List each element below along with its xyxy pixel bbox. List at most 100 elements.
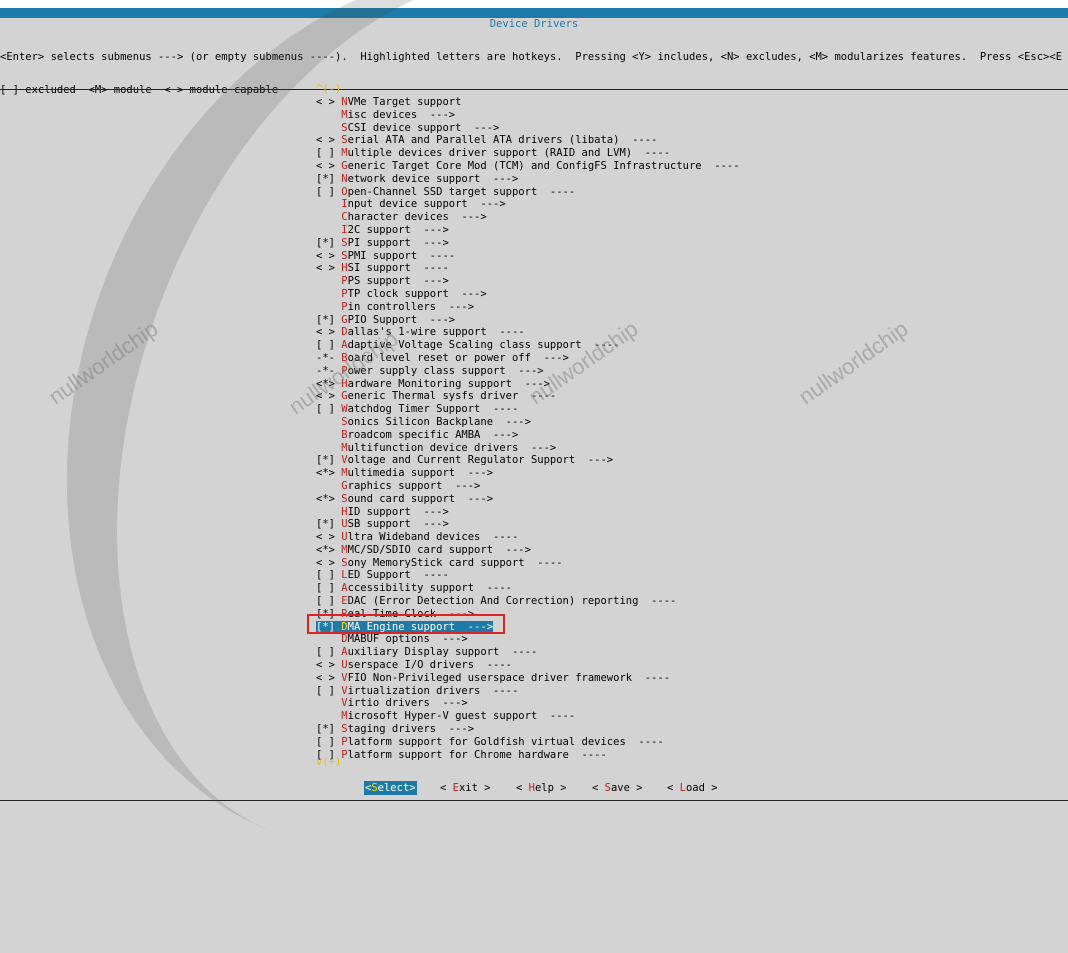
menu-item-state: [ ] [316, 185, 342, 198]
menu-item-state: [ ] [316, 595, 342, 608]
menu-item[interactable]: [*] SPI support ---> [316, 237, 740, 250]
menu-item-label: ltra Wideband devices ---- [347, 531, 519, 544]
menu-item-label: atchdog Timer Support ---- [347, 403, 519, 416]
help-line-2: [ ] excluded <M> module < > module capab… [0, 84, 279, 96]
button-bracket: < [592, 782, 605, 794]
menu-item[interactable]: < > SPMI support ---- [316, 250, 740, 263]
menu-item[interactable]: Broadcom specific AMBA ---> [316, 429, 740, 442]
menu-item[interactable]: I2C support ---> [316, 224, 740, 237]
menu-item[interactable]: [ ] Auxiliary Display support ---- [316, 646, 740, 659]
menu-item-state [316, 109, 341, 121]
menu-item[interactable]: < > Userspace I/O drivers ---- [316, 659, 740, 672]
menu-item[interactable]: Character devices ---> [316, 211, 740, 224]
menu-item-state: [*] [316, 454, 342, 467]
menu-item-state: [ ] [316, 684, 342, 697]
menu-item-state: [ ] [316, 339, 342, 352]
window-title: Device Drivers [489, 18, 579, 30]
save-button[interactable]: < Save > [592, 781, 643, 795]
menu-item[interactable]: [*] Staging drivers ---> [316, 723, 740, 736]
menu-item[interactable]: <*> MMC/SD/SDIO card support ---> [316, 544, 740, 557]
menu-item-state: [*] [316, 313, 342, 326]
button-label: oad > [685, 782, 718, 794]
exit-button[interactable]: < Exit > [440, 781, 491, 795]
menu-item[interactable]: Graphics support ---> [316, 480, 740, 493]
menu-item[interactable]: PPS support ---> [316, 275, 740, 288]
menu-item[interactable]: <*> Multimedia support ---> [316, 467, 740, 480]
menu-item-state [316, 301, 341, 313]
menu-item-label: MC/SD/SDIO card support ---> [347, 543, 531, 556]
menu-item[interactable]: Pin controllers ---> [316, 301, 740, 314]
menu-item[interactable]: -*- Power supply class support ---> [316, 365, 740, 378]
menu-item[interactable]: [ ] EDAC (Error Detection And Correction… [316, 595, 740, 608]
menu-item[interactable]: < > Sony MemoryStick card support ---- [316, 557, 740, 570]
menu-item-state [316, 506, 341, 518]
menu-item-label: PS support ---> [347, 275, 449, 288]
menu-item[interactable]: [ ] Multiple devices driver support (RAI… [316, 147, 740, 160]
scroll-up-indicator[interactable]: ^(-) [316, 84, 341, 95]
menu-item-state [316, 122, 341, 134]
menu-item[interactable]: Misc devices ---> [316, 109, 740, 122]
menu-item-label: ccessibility support ---- [347, 582, 512, 595]
menu-item-state: [ ] [316, 646, 342, 659]
menu-item-state: < > [316, 262, 342, 275]
menu-item[interactable]: [ ] Open-Channel SSD target support ---- [316, 186, 740, 199]
menu-item[interactable]: [*] Voltage and Current Regulator Suppor… [316, 454, 740, 467]
watermark-text: nullworldchip [794, 315, 913, 410]
menu-item[interactable]: Microsoft Hyper-V guest support ---- [316, 710, 740, 723]
top-margin [0, 0, 1068, 8]
menu-item[interactable]: [ ] Watchdog Timer Support ---- [316, 403, 740, 416]
menu-list: < > NVMe Target support Misc devices ---… [316, 96, 740, 761]
menu-item[interactable]: [*] USB support ---> [316, 518, 740, 531]
menu-item[interactable]: DMABUF options ---> [316, 633, 740, 646]
menu-item-label: eneric Thermal sysfs driver ---- [347, 390, 557, 403]
menu-item[interactable]: SCSI device support ---> [316, 122, 740, 135]
menu-item[interactable]: [ ] Platform support for Goldfish virtua… [316, 736, 740, 749]
button-label: ave > [610, 782, 643, 794]
menu-item-label: MABUF options ---> [347, 633, 468, 646]
menu-item-state [316, 480, 341, 492]
menu-item[interactable]: [ ] LED Support ---- [316, 569, 740, 582]
menu-item[interactable]: Virtio drivers ---> [316, 697, 740, 710]
menu-item-label: etwork device support ---> [347, 172, 519, 185]
menu-item[interactable]: [ ] Platform support for Chrome hardware… [316, 749, 740, 762]
menu-item-label: irtualization drivers ---- [347, 684, 519, 697]
menu-item[interactable]: < > NVMe Target support [316, 96, 740, 109]
menu-item[interactable]: < > Serial ATA and Parallel ATA drivers … [316, 134, 740, 147]
menu-item[interactable]: HID support ---> [316, 506, 740, 519]
menu-item-label: onics Silicon Backplane ---> [347, 415, 531, 428]
highlight-annotation-box [307, 614, 505, 634]
menu-item[interactable]: < > Ultra Wideband devices ---- [316, 531, 740, 544]
menu-item[interactable]: PTP clock support ---> [316, 288, 740, 301]
menu-item[interactable]: <*> Sound card support ---> [316, 493, 740, 506]
menu-item[interactable]: [*] Network device support ---> [316, 173, 740, 186]
menu-item-label: taging drivers ---> [347, 723, 475, 736]
menu-item-state: [ ] [316, 147, 342, 160]
menu-item[interactable]: Multifunction device drivers ---> [316, 442, 740, 455]
menu-item[interactable]: [*] GPIO Support ---> [316, 314, 740, 327]
menu-item[interactable]: Input device support ---> [316, 198, 740, 211]
menu-item-label: in controllers ---> [347, 300, 475, 313]
menu-item[interactable]: < > HSI support ---- [316, 262, 740, 275]
load-button[interactable]: < Load > [667, 781, 718, 795]
menu-item-label: 2C support ---> [347, 223, 449, 236]
menu-item-label: eneric Target Core Mod (TCM) and ConfigF… [347, 159, 740, 172]
menu-item[interactable]: Sonics Silicon Backplane ---> [316, 416, 740, 429]
menu-item[interactable]: [ ] Virtualization drivers ---- [316, 685, 740, 698]
button-label: xit > [458, 782, 491, 794]
menu-item-label: ED Support ---- [347, 569, 449, 582]
menu-item-label: SI support ---- [347, 262, 449, 275]
select-button[interactable]: <Select> [364, 781, 417, 795]
menu-item-state [316, 275, 341, 287]
menu-item-label: pen-Channel SSD target support ---- [347, 185, 576, 198]
menu-item[interactable]: < > Generic Target Core Mod (TCM) and Co… [316, 160, 740, 173]
menu-item-state [316, 198, 341, 210]
menu-item-state: < > [316, 159, 342, 172]
menu-item-state [316, 416, 341, 428]
menu-item-state: [ ] [316, 735, 342, 748]
menu-item[interactable]: < > VFIO Non-Privileged userspace driver… [316, 672, 740, 685]
scroll-down-indicator[interactable]: v(+) [316, 757, 341, 768]
menu-item-state: < > [316, 249, 342, 262]
menu-item[interactable]: [ ] Accessibility support ---- [316, 582, 740, 595]
help-button[interactable]: < Help > [516, 781, 567, 795]
menu-frame-top [0, 89, 1068, 90]
